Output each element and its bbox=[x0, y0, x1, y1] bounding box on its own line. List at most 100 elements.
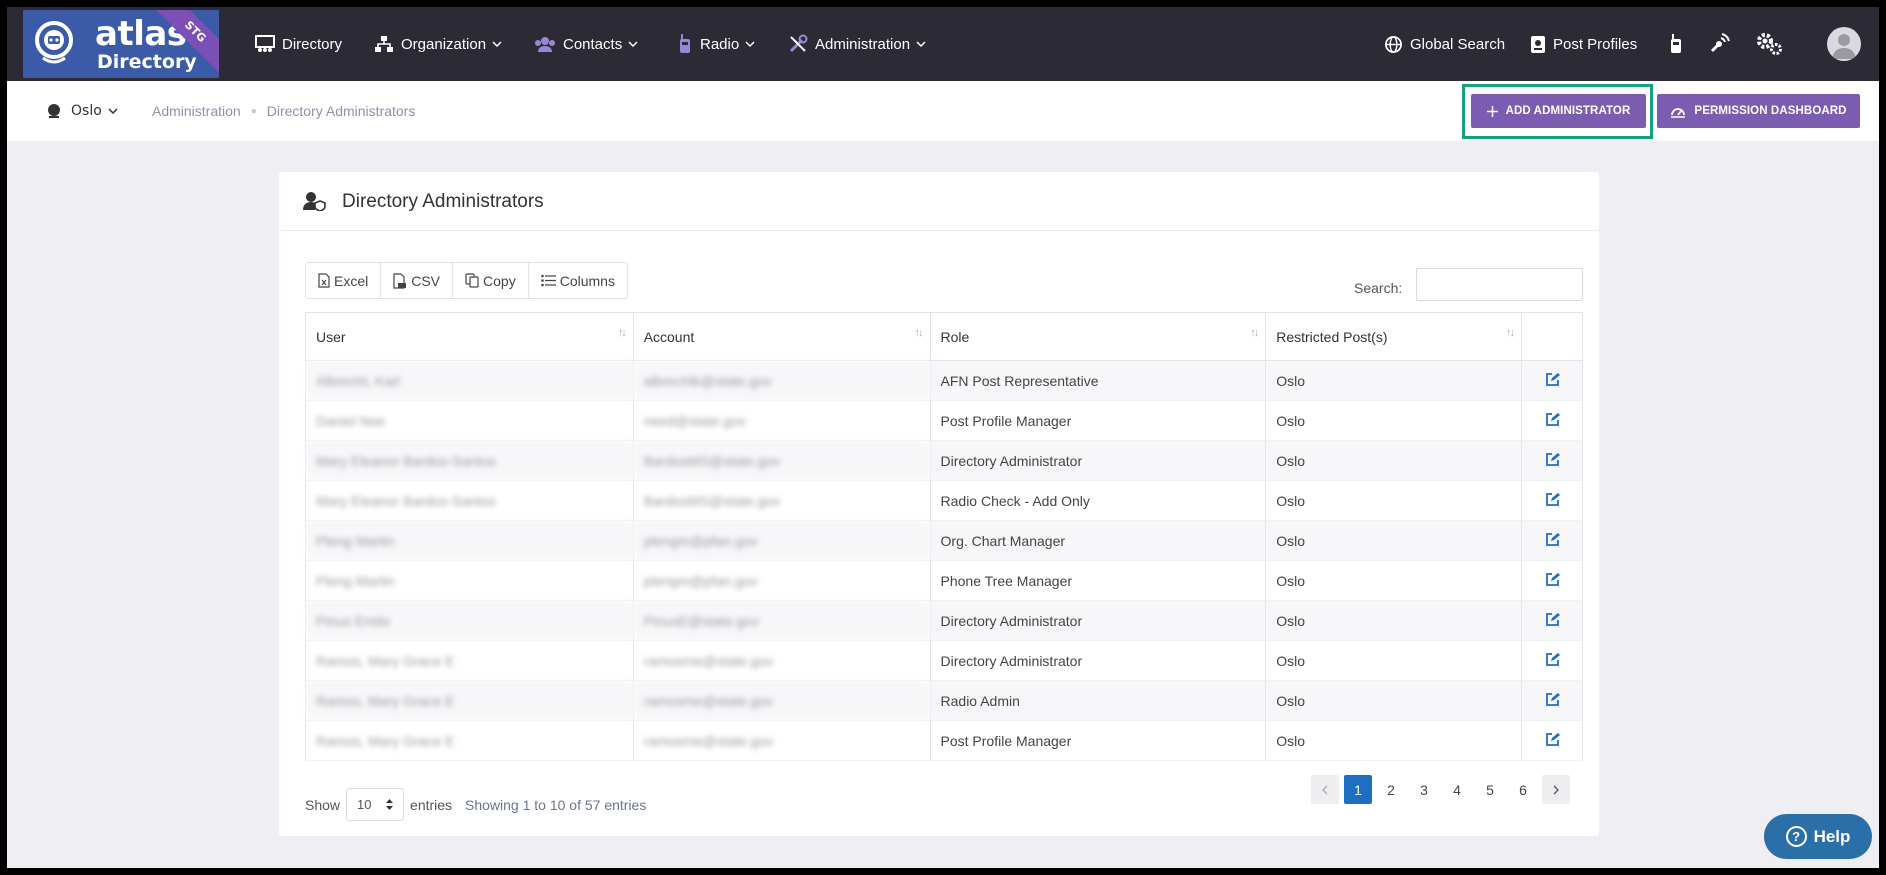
permission-dashboard-button[interactable]: PERMISSION DASHBOARD bbox=[1657, 94, 1860, 128]
chevron-right-icon bbox=[1553, 785, 1559, 794]
user-avatar-icon bbox=[1832, 34, 1856, 59]
nav-radio-label: Radio bbox=[700, 35, 740, 53]
edit-button[interactable] bbox=[1521, 480, 1583, 521]
nav-radio[interactable]: Radio bbox=[677, 7, 755, 81]
page-5[interactable]: 5 bbox=[1476, 775, 1504, 804]
cell-account: ramosme@state.gov bbox=[632, 640, 931, 681]
pagination-next[interactable] bbox=[1542, 775, 1570, 804]
cell-account: BardosMS@state.gov bbox=[632, 440, 931, 481]
page-4[interactable]: 4 bbox=[1443, 775, 1471, 804]
cell-role: Directory Administrator bbox=[929, 640, 1267, 681]
add-administrator-label: ADD ADMINISTRATOR bbox=[1505, 105, 1631, 117]
table-row: Daniel Nee need@state.gov Post Profile Man… bbox=[305, 400, 1583, 441]
globe-search-icon bbox=[1385, 35, 1402, 53]
settings-button[interactable] bbox=[1755, 29, 1785, 59]
edit-button[interactable] bbox=[1521, 600, 1583, 641]
show-label: Show bbox=[305, 796, 341, 813]
column-header-account[interactable]: Account ↑↓ bbox=[632, 312, 931, 361]
edit-icon bbox=[1545, 572, 1560, 586]
chevron-down-icon bbox=[916, 41, 926, 47]
edit-button[interactable] bbox=[1521, 360, 1583, 401]
export-button-group: Excel CSV Copy Columns bbox=[305, 262, 628, 299]
table-row: Mary Eleanor Bardos-Santos BardosMS@state… bbox=[305, 440, 1583, 481]
top-navbar: atlas Directory STG Directory Organizati… bbox=[7, 7, 1879, 81]
table-row: Ramos, Mary Grace Eramosme@state.gov Post… bbox=[305, 720, 1583, 761]
table-header-row: User ↑↓ Account ↑↓ Role ↑↓ Restricted Post(… bbox=[305, 312, 1583, 361]
header-role-label: Role bbox=[940, 328, 970, 345]
walkie-talkie-button[interactable] bbox=[1661, 29, 1691, 59]
nav-contacts[interactable]: Contacts bbox=[534, 7, 638, 81]
cell-role: Post Profile Manager bbox=[929, 720, 1267, 761]
sort-icon: ↑↓ bbox=[914, 327, 924, 339]
cell-user: Mary Eleanor Bardos-Santos bbox=[305, 440, 634, 481]
column-header-restricted-posts[interactable]: Restricted Post(s) ↑↓ bbox=[1265, 312, 1523, 361]
post-selector[interactable]: Oslo bbox=[45, 81, 118, 141]
sort-icon: ↑↓ bbox=[1506, 327, 1515, 339]
cell-restricted-post: Oslo bbox=[1265, 720, 1523, 761]
breadcrumb-current: Directory Administrators bbox=[266, 103, 416, 119]
radio-icon bbox=[680, 34, 690, 53]
edit-icon bbox=[1545, 612, 1560, 626]
page-3[interactable]: 3 bbox=[1410, 775, 1438, 804]
administrators-table: User ↑↓ Account ↑↓ Role ↑↓ Restricted Post(… bbox=[305, 312, 1583, 761]
copy-icon bbox=[465, 273, 479, 288]
cell-restricted-post: Oslo bbox=[1265, 440, 1523, 481]
page-size-select[interactable]: 10 bbox=[346, 788, 405, 821]
pagination-previous[interactable] bbox=[1311, 775, 1339, 804]
gears-icon bbox=[1757, 33, 1782, 55]
cell-account: BardosMS@state.gov bbox=[632, 480, 931, 521]
page-title: Directory Administrators bbox=[342, 191, 544, 212]
plus-icon bbox=[1486, 105, 1498, 117]
cell-restricted-post: Oslo bbox=[1265, 640, 1523, 681]
edit-button[interactable] bbox=[1521, 440, 1583, 481]
page-2[interactable]: 2 bbox=[1377, 775, 1405, 804]
excel-button[interactable]: Excel bbox=[306, 263, 382, 298]
table-row: Albrecht, Karl albrechtk@state.gov AFN Pos… bbox=[305, 360, 1583, 401]
page-size-value: 10 bbox=[357, 797, 372, 812]
cell-account: albrechtk@state.gov bbox=[632, 360, 931, 401]
help-label: Help bbox=[1813, 826, 1851, 846]
search-input[interactable] bbox=[1416, 268, 1583, 301]
table-body: Albrecht, Karl albrechtk@state.gov AFN Pos… bbox=[305, 360, 1583, 761]
cell-restricted-post: Oslo bbox=[1265, 400, 1523, 441]
edit-button[interactable] bbox=[1521, 400, 1583, 441]
edit-button[interactable] bbox=[1521, 680, 1583, 721]
tools-icon bbox=[789, 34, 808, 53]
copy-button[interactable]: Copy bbox=[453, 263, 529, 298]
column-header-user[interactable]: User ↑↓ bbox=[305, 312, 634, 361]
edit-icon bbox=[1545, 412, 1560, 426]
column-header-role[interactable]: Role ↑↓ bbox=[929, 312, 1267, 361]
cell-restricted-post: Oslo bbox=[1265, 520, 1523, 561]
edit-button[interactable] bbox=[1521, 720, 1583, 761]
nav-organization[interactable]: Organization bbox=[374, 7, 502, 81]
globe-logo-icon bbox=[35, 21, 73, 64]
cell-user: Ramos, Mary Grace E bbox=[305, 720, 634, 761]
csv-button[interactable]: CSV bbox=[381, 263, 454, 298]
page-1[interactable]: 1 bbox=[1344, 775, 1372, 804]
csv-label: CSV bbox=[411, 272, 441, 289]
excel-file-icon bbox=[318, 273, 330, 288]
edit-button[interactable] bbox=[1521, 560, 1583, 601]
page-6[interactable]: 6 bbox=[1509, 775, 1537, 804]
nav-administration[interactable]: Administration bbox=[788, 7, 926, 81]
cell-user: Daniel Nee bbox=[305, 400, 634, 441]
nav-global-search[interactable]: Global Search bbox=[1384, 7, 1505, 81]
columns-button[interactable]: Columns bbox=[529, 263, 627, 298]
table-row: Mary Eleanor Bardos-Santos BardosMS@state… bbox=[305, 480, 1583, 521]
nav-directory[interactable]: Directory bbox=[255, 7, 342, 81]
excel-label: Excel bbox=[334, 272, 369, 289]
edit-icon bbox=[1545, 372, 1560, 386]
edit-button[interactable] bbox=[1521, 640, 1583, 681]
edit-icon bbox=[1545, 732, 1560, 746]
help-button[interactable]: ? Help bbox=[1764, 814, 1872, 859]
add-administrator-button[interactable]: ADD ADMINISTRATOR bbox=[1471, 94, 1646, 128]
nav-post-profiles[interactable]: Post Profiles bbox=[1530, 7, 1637, 81]
app-frame: atlas Directory STG Directory Organizati… bbox=[7, 7, 1879, 868]
nav-directory-label: Directory bbox=[282, 35, 343, 53]
breadcrumb: Administration ● Directory Administrator… bbox=[152, 81, 415, 141]
user-avatar[interactable] bbox=[1827, 27, 1861, 61]
edit-button[interactable] bbox=[1521, 520, 1583, 561]
breadcrumb-administration[interactable]: Administration bbox=[152, 103, 241, 119]
broadcast-button[interactable] bbox=[1704, 29, 1734, 59]
atlas-logo[interactable]: atlas Directory STG bbox=[23, 10, 219, 78]
